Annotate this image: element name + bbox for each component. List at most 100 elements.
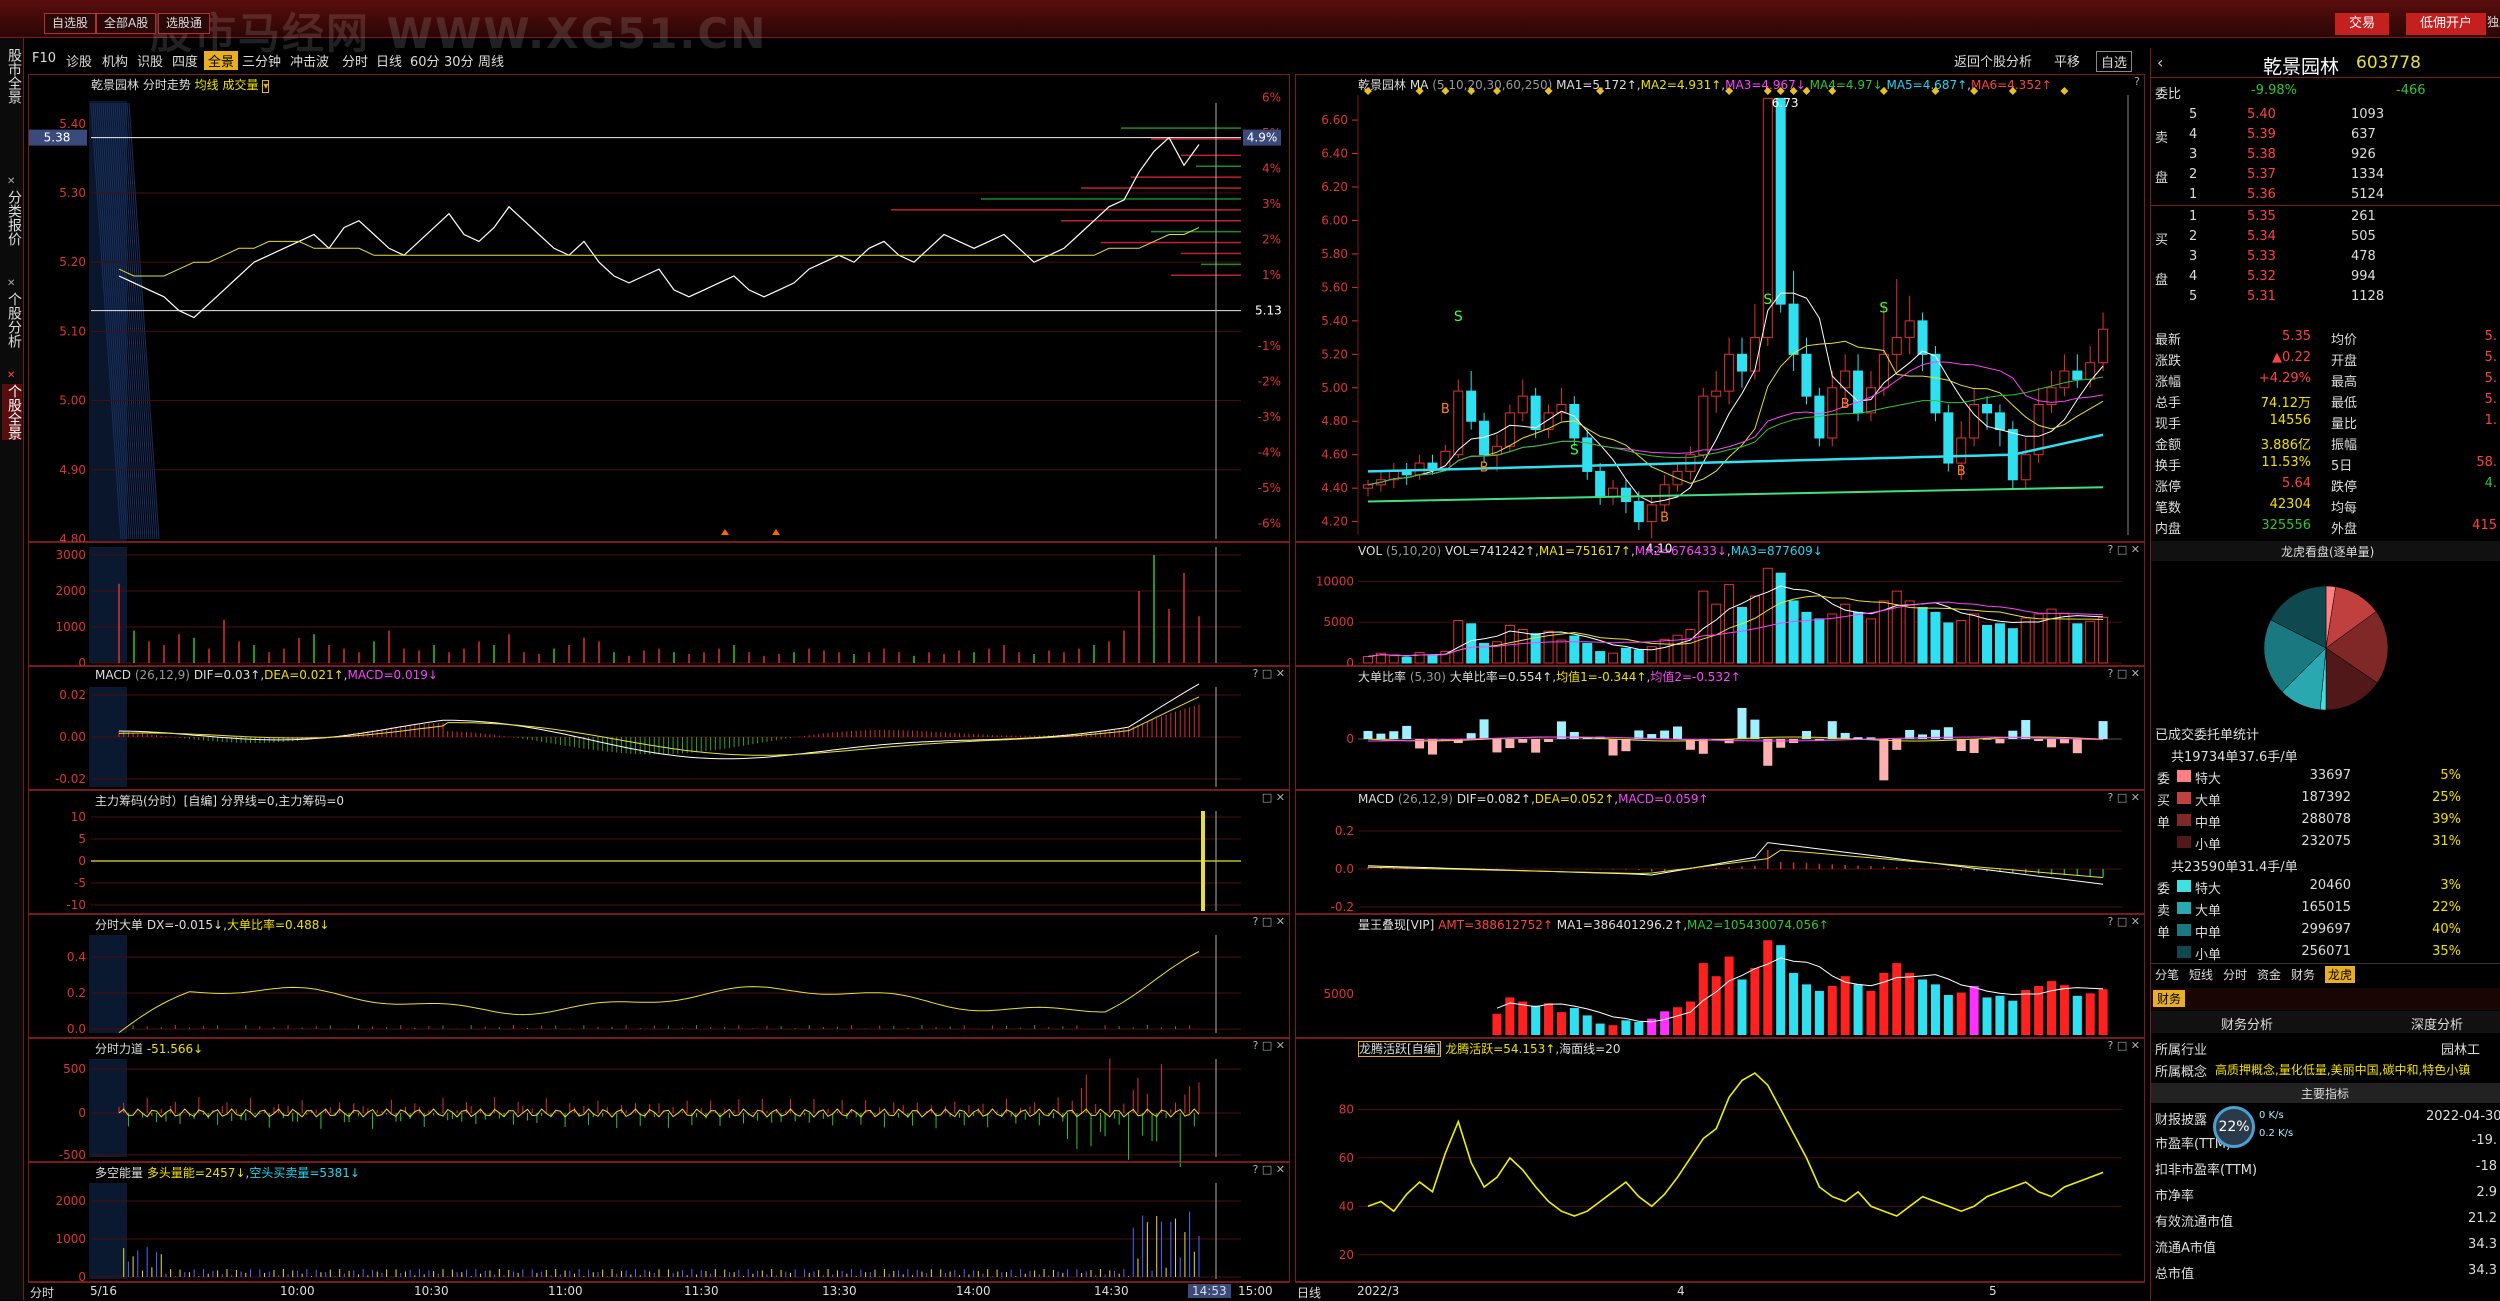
intraday-macd-chart[interactable]: 0.020.00-0.02	[29, 667, 1291, 791]
daily-big-order-chart[interactable]: 0	[1296, 667, 2146, 791]
candle-body	[1402, 471, 1411, 474]
big-order-panel: 分时大单 DX=-0.015↓,大单比率=0.488↓ ? □ ✕ 0.40.2…	[28, 914, 1290, 1038]
close-icon[interactable]: ✕	[7, 278, 15, 289]
volume-king-chart[interactable]: 5000	[1296, 915, 2146, 1039]
all-a-shares-button[interactable]: 全部A股	[96, 13, 156, 34]
tool-four-degree[interactable]: 四度	[172, 51, 198, 70]
zixuan-button[interactable]: 自选股	[44, 13, 96, 34]
candle-body	[1467, 391, 1476, 421]
sell-level-row[interactable]: 55.401093	[2151, 104, 2500, 124]
depth-bar	[1151, 138, 1241, 140]
trade-button[interactable]: 交易	[2335, 13, 2389, 35]
vol-ma-line	[1368, 586, 2103, 657]
tool-60min[interactable]: 60分	[410, 51, 440, 70]
subtab-3[interactable]: 资金	[2257, 966, 2281, 983]
volume-king-bar	[1995, 996, 2004, 1035]
sell-level-row[interactable]: 盘25.371334	[2151, 164, 2500, 184]
tool-panorama[interactable]: 全景	[204, 51, 238, 70]
open-account-button[interactable]: 低佣开户	[2406, 13, 2486, 35]
buy-level-row[interactable]: 35.33478	[2151, 246, 2500, 266]
dd-ratio-bar	[1918, 734, 1927, 739]
pct-tick-label: 3%	[1262, 197, 1281, 211]
tool-f10[interactable]: F10	[32, 51, 56, 66]
pct-tick-label: -5%	[1258, 481, 1281, 495]
close-icon[interactable]: ✕	[7, 370, 15, 381]
zixuan-select[interactable]: 自选	[2096, 51, 2132, 72]
daily-macd-chart[interactable]: 0.20.0-0.2	[1296, 791, 2146, 915]
date-mode-label[interactable]: 日线	[1297, 1284, 1321, 1301]
stock-picker-button[interactable]: 选股通	[158, 13, 210, 34]
order-group-label: 卖	[2157, 900, 2170, 919]
dd-ratio-bar	[1531, 739, 1540, 753]
close-icon[interactable]: ✕	[7, 176, 15, 187]
stat-row: 金额3.886亿振幅	[2151, 431, 2500, 452]
sell-level-row[interactable]: 35.38926	[2151, 144, 2500, 164]
detach-button[interactable]: 独立	[2480, 13, 2500, 34]
dragon-active-chart[interactable]: 80604020	[1296, 1039, 2146, 1283]
deep-analysis-tab[interactable]: 深度分析	[2411, 1014, 2463, 1033]
tool-diagnose[interactable]: 诊股	[66, 51, 92, 70]
sell-level-row[interactable]: 卖45.39637	[2151, 124, 2500, 144]
tool-identify[interactable]: 识股	[137, 51, 163, 70]
weibi-value: -9.98%	[2251, 83, 2297, 98]
main-chips-chart[interactable]: 1050-5-10	[29, 791, 1291, 915]
order-group-label: 单	[2157, 812, 2170, 831]
tab-market-overview[interactable]: 股市全景	[2, 48, 22, 104]
intraday-chart[interactable]: 5.405.305.205.105.004.904.805.136%5%4%3%…	[29, 75, 1291, 543]
subtab-5[interactable]: 龙虎	[2325, 966, 2355, 983]
buy-level-row[interactable]: 55.311128	[2151, 286, 2500, 306]
force-chart[interactable]: 5000-500	[29, 1039, 1291, 1163]
sell-level-num: 1	[2189, 187, 2197, 202]
order-volume: 232075	[2271, 834, 2351, 849]
daily-volume-chart[interactable]: 1000050000	[1296, 543, 2146, 667]
buy-level-row[interactable]: 盘45.32994	[2151, 266, 2500, 286]
tool-shockwave[interactable]: 冲击波	[290, 51, 329, 70]
tool-30min[interactable]: 30分	[444, 51, 474, 70]
tool-3min[interactable]: 三分钟	[242, 51, 281, 70]
stat-label: 振幅	[2331, 434, 2357, 453]
order-pct: 40%	[2411, 922, 2461, 937]
dd-tick-label: 0.4	[67, 950, 86, 964]
back-icon[interactable]: ‹	[2157, 53, 2163, 72]
finance-row: 市净率2.9	[2151, 1182, 2500, 1204]
daily-candle-chart[interactable]: 6.606.406.206.005.805.605.405.205.004.80…	[1296, 75, 2146, 543]
buy-level-row[interactable]: 买25.34505	[2151, 226, 2500, 246]
tab-category-quotes[interactable]: 分类报价	[2, 190, 22, 246]
subtab-2[interactable]: 分时	[2223, 966, 2247, 983]
stat-label: 均价	[2331, 329, 2357, 348]
tab-stock-analysis[interactable]: 个股分析	[2, 292, 22, 348]
volume-bar	[1828, 614, 1837, 663]
tool-institution[interactable]: 机构	[102, 51, 128, 70]
tab-stock-panorama[interactable]: 个股全景	[2, 384, 22, 440]
ma60-line	[1368, 435, 2103, 472]
return-button[interactable]: 返回个股分析	[1954, 51, 2032, 70]
tool-weekly[interactable]: 周线	[478, 51, 504, 70]
order-pct: 3%	[2411, 878, 2461, 893]
subtab-0[interactable]: 分笔	[2155, 966, 2179, 983]
sell-price: 5.38	[2247, 147, 2276, 162]
volume-king-bar	[1570, 1008, 1579, 1035]
sell-level-row[interactable]: 15.365124	[2151, 184, 2500, 204]
subtab-1[interactable]: 短线	[2189, 966, 2213, 983]
speed-meter-icon[interactable]: 22%	[2213, 1106, 2255, 1148]
time-mode-label[interactable]: 分时	[30, 1284, 54, 1301]
finance-tab[interactable]: 财务	[2153, 990, 2185, 1007]
big-order-chart[interactable]: 0.40.20.0	[29, 915, 1291, 1039]
energy-chart[interactable]: 200010000	[29, 1163, 1291, 1283]
intraday-volume-chart[interactable]: 3000200010000	[29, 543, 1291, 667]
subtab-4[interactable]: 财务	[2291, 966, 2315, 983]
vol-tick-label: 3000	[55, 548, 86, 562]
tool-intraday[interactable]: 分时	[342, 51, 368, 70]
buy-price: 5.32	[2247, 269, 2276, 284]
dd-tick-label: 0.0	[67, 1022, 86, 1036]
sub-tabs: 分笔短线分时资金财务龙虎	[2151, 963, 2500, 985]
buy-level-row[interactable]: 15.35261	[2151, 206, 2500, 226]
pan-button[interactable]: 平移	[2054, 51, 2080, 70]
buy-signal-icon: B	[1841, 397, 1850, 412]
tool-daily[interactable]: 日线	[376, 51, 402, 70]
candle-body	[1725, 354, 1734, 391]
signal-diamond-icon	[2060, 87, 2068, 95]
candle-body	[1363, 485, 1372, 488]
chips-tick-label: -5	[74, 876, 86, 890]
finance-analysis-tab[interactable]: 财务分析	[2221, 1014, 2273, 1033]
